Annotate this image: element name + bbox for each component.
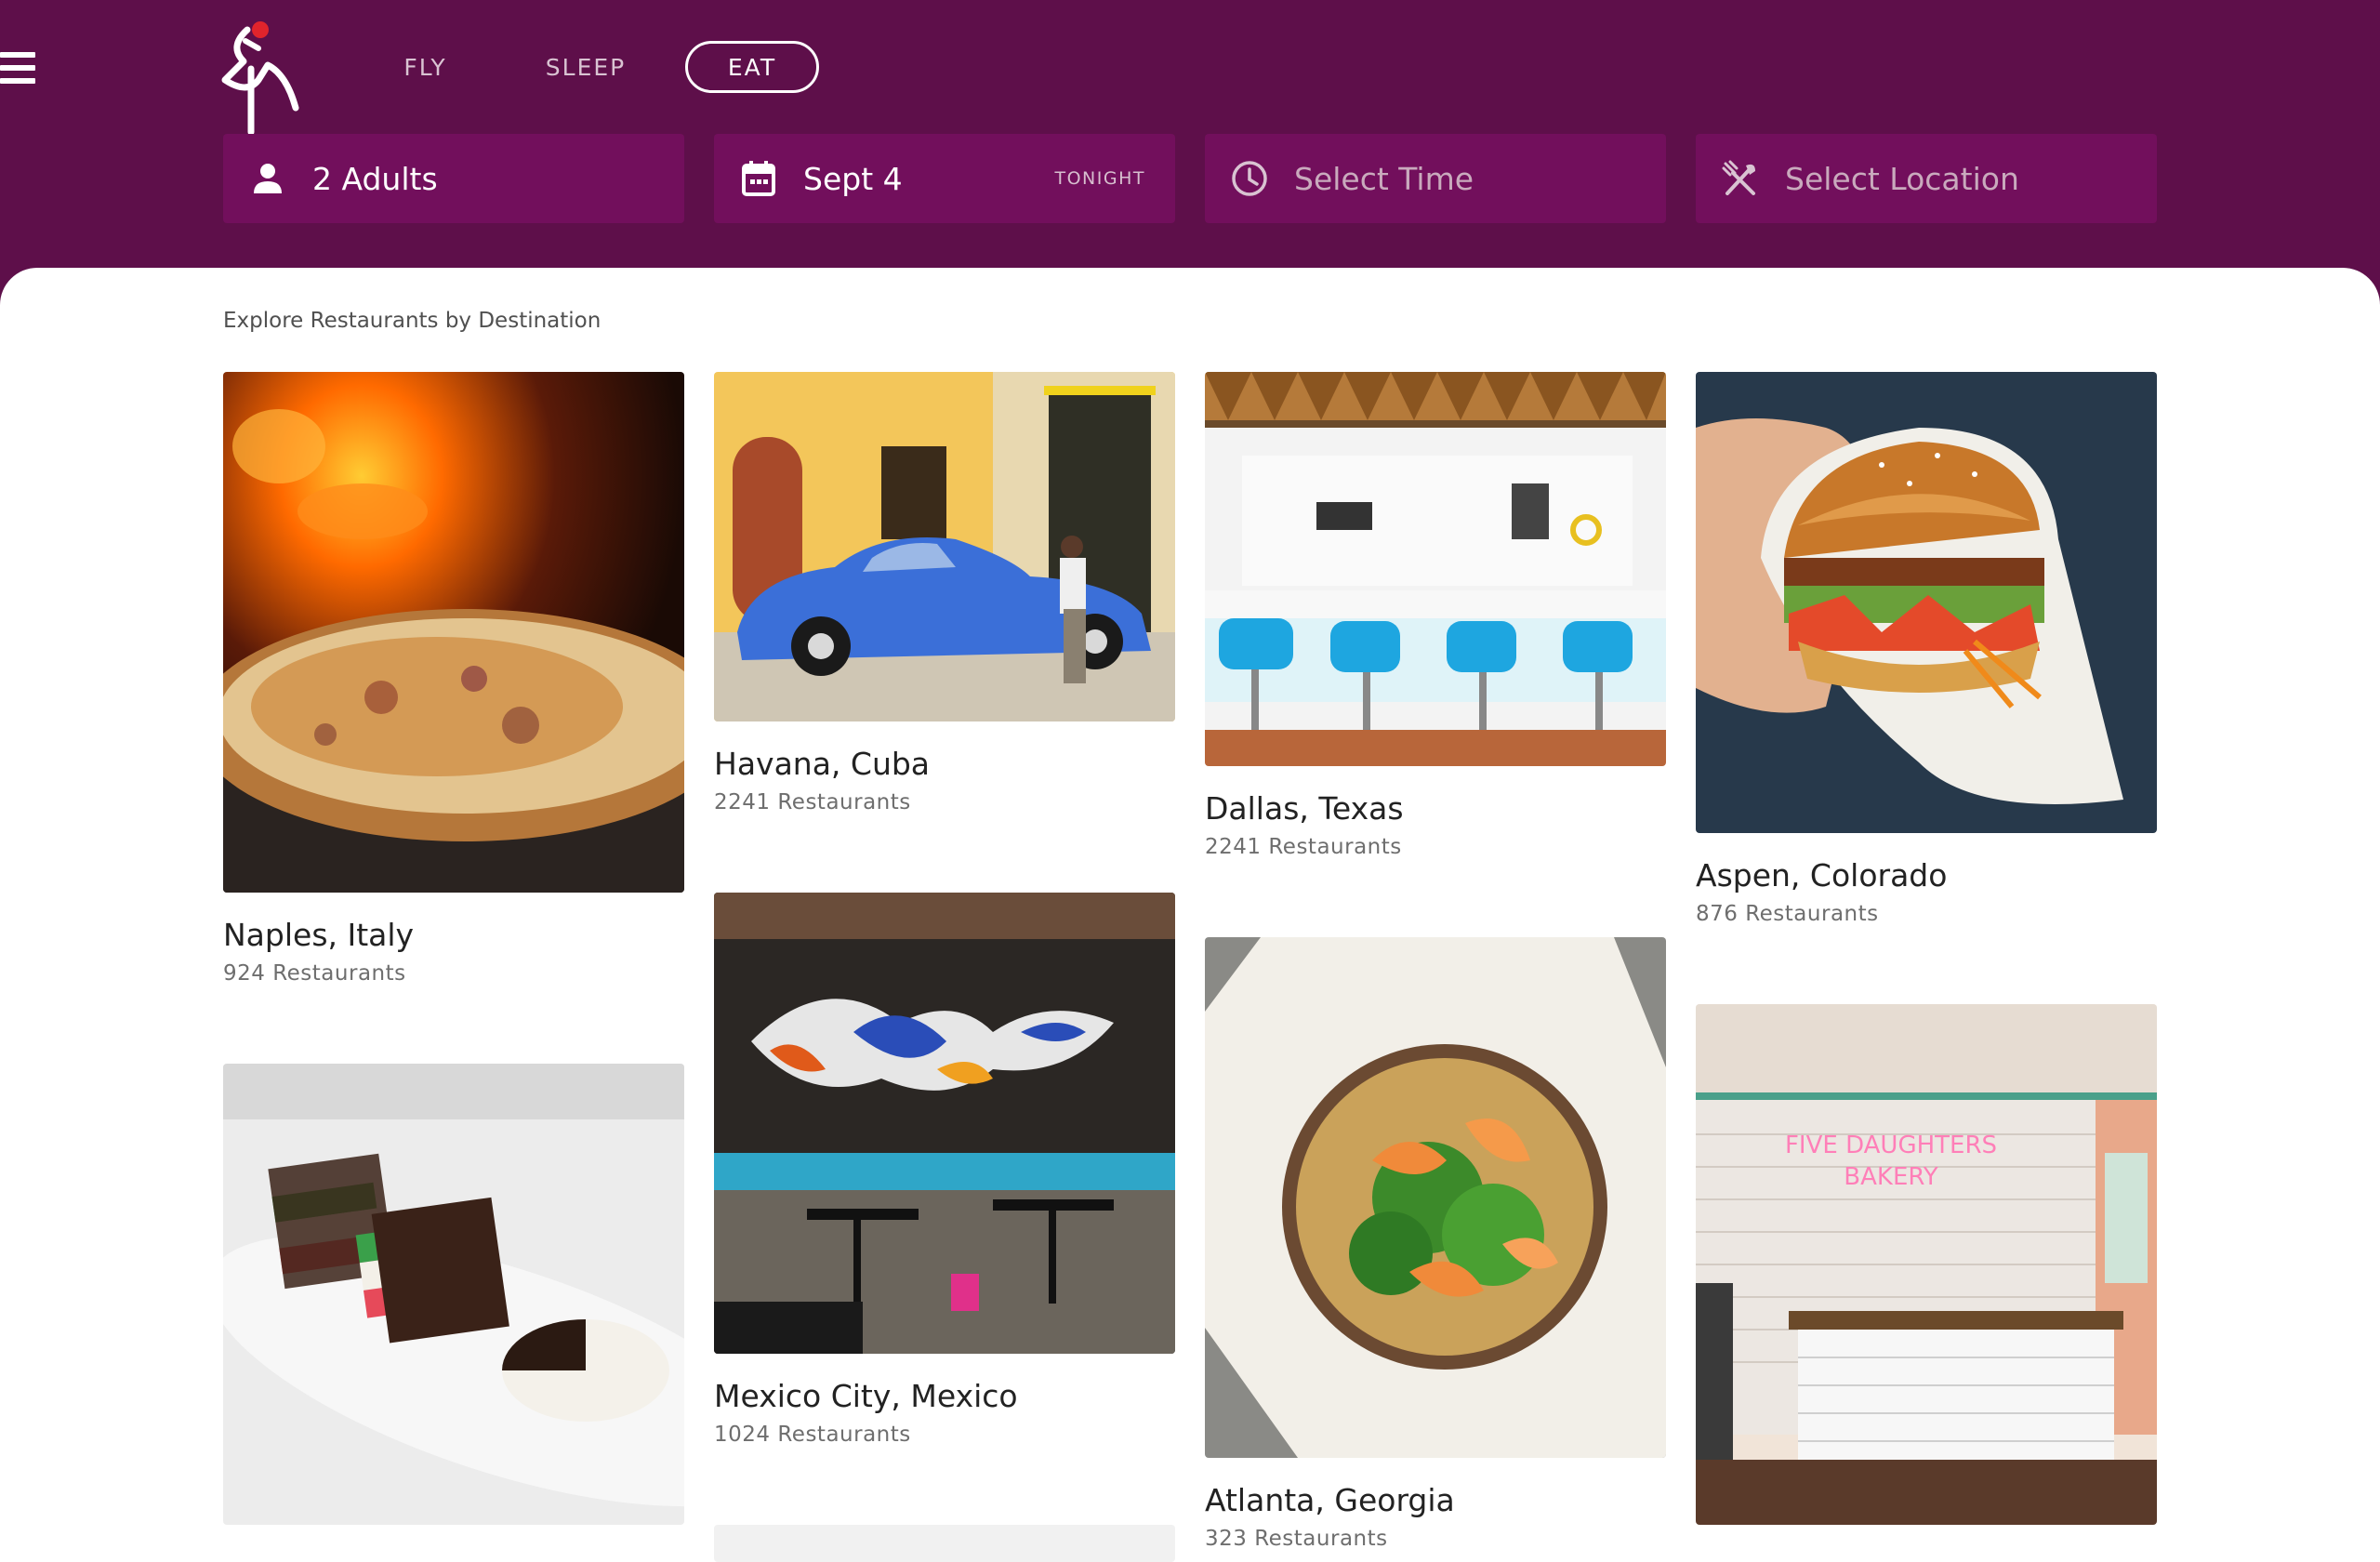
destination-card-bakery[interactable]: FIVE DAUGHTERS BAKERY (1696, 1004, 2157, 1525)
destination-count: 323 Restaurants (1205, 1527, 1388, 1551)
destination-city: Mexico City, Mexico (714, 1378, 1018, 1414)
destination-card-dallas[interactable]: Dallas, Texas 2241 Restaurants (1205, 372, 1666, 859)
guests-value: 2 Adults (312, 160, 438, 197)
svg-text:BAKERY: BAKERY (1844, 1163, 1938, 1191)
crane-logo-icon[interactable] (219, 19, 303, 136)
date-value: Sept 4 (803, 160, 903, 197)
destination-card-havana[interactable]: Havana, Cuba 2241 Restaurants (714, 372, 1175, 814)
destination-card-partial[interactable] (714, 1525, 1175, 1562)
fork-knife-icon (1722, 160, 1759, 197)
destination-count: 2241 Restaurants (714, 790, 911, 814)
destination-count: 924 Restaurants (223, 961, 406, 986)
time-selector[interactable]: Select Time (1205, 134, 1666, 223)
destination-card-naples[interactable]: Naples, Italy 924 Restaurants (223, 372, 684, 986)
guests-selector[interactable]: 2 Adults (223, 134, 684, 223)
placeholder-photo (714, 1525, 1175, 1562)
main-nav: FLY SLEEP EAT (372, 41, 819, 93)
destination-card-atlanta[interactable]: Atlanta, Georgia 323 Restaurants (1205, 937, 1666, 1551)
location-selector[interactable]: Select Location (1696, 134, 2157, 223)
svg-text:FIVE DAUGHTERS: FIVE DAUGHTERS (1785, 1132, 1997, 1159)
destination-city: Atlanta, Georgia (1205, 1482, 1455, 1518)
tab-sleep[interactable]: SLEEP (516, 41, 655, 93)
destination-city: Dallas, Texas (1205, 790, 1404, 827)
destination-count: 1024 Restaurants (714, 1423, 911, 1447)
tab-fly[interactable]: FLY (372, 41, 479, 93)
calendar-icon (740, 160, 777, 197)
date-selector[interactable]: Sept 4 TONIGHT (714, 134, 1175, 223)
search-filters: 2 Adults Sept 4 TONIGHT Select Time Sele… (223, 134, 2157, 223)
restaurant-interior-photo (714, 893, 1175, 1354)
destination-city: Aspen, Colorado (1696, 857, 1948, 894)
destination-card-mexico-city[interactable]: Mexico City, Mexico 1024 Restaurants (714, 893, 1175, 1447)
destination-city: Havana, Cuba (714, 746, 931, 782)
tonight-tag: TONIGHT (1054, 168, 1145, 189)
section-title: Explore Restaurants by Destination (223, 309, 602, 333)
burger-photo (1696, 372, 2157, 833)
bakery-photo: FIVE DAUGHTERS BAKERY (1696, 1004, 2157, 1525)
destination-city: Naples, Italy (223, 917, 415, 953)
destination-count: 2241 Restaurants (1205, 835, 1402, 859)
hamburger-menu-icon[interactable] (0, 52, 35, 84)
destination-card-aspen[interactable]: Aspen, Colorado 876 Restaurants (1696, 372, 2157, 926)
person-icon (249, 160, 286, 197)
diner-counter-photo (1205, 372, 1666, 766)
time-placeholder: Select Time (1294, 160, 1474, 197)
clock-icon (1231, 160, 1268, 197)
location-placeholder: Select Location (1785, 160, 2019, 197)
dessert-photo (223, 1064, 684, 1525)
content-panel: Explore Restaurants by Destination Naple… (0, 268, 2380, 1562)
vintage-car-photo (714, 372, 1175, 721)
pizza-photo (223, 372, 684, 893)
shrimp-bowl-photo (1205, 937, 1666, 1458)
destination-count: 876 Restaurants (1696, 902, 1879, 926)
destination-card-dessert[interactable] (223, 1064, 684, 1525)
tab-eat[interactable]: EAT (685, 41, 819, 93)
